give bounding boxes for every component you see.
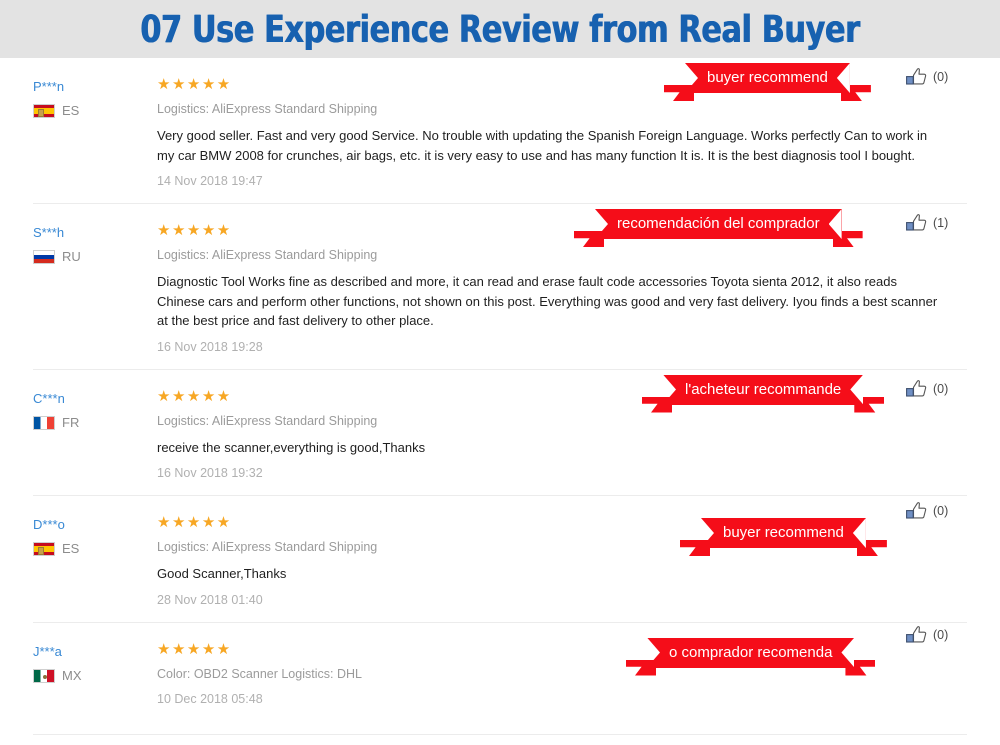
review-row: P***n ES ★★★★★ Logistics: AliExpress Standa… [33,58,967,204]
review-meta: Logistics: AliExpress Standard Shipping [157,540,378,554]
helpful-count: (0) [933,627,949,642]
thumbs-up-icon[interactable] [905,67,927,87]
review-row: C***n FR ★★★★★ Logistics: AliExpress Standa… [33,370,967,496]
country-code-label: ES [62,103,80,118]
review-meta: Logistics: AliExpress Standard Shipping [157,248,378,262]
star-rating: ★★★★★ [157,387,232,405]
helpful-vote-control[interactable]: (0) [905,67,948,87]
helpful-vote-control[interactable]: (1) [905,213,948,233]
reviewer-country: ES [33,542,157,556]
review-date: 28 Nov 2018 01:40 [157,592,263,607]
thumbs-up-icon[interactable] [905,379,927,399]
country-code-label: FR [62,414,80,430]
star-rating: ★★★★★ [157,222,232,239]
helpful-count: (1) [933,216,949,230]
es-flag-icon [33,104,55,118]
review-meta: Color: OBD2 Scanner Logistics: DHL [157,666,362,681]
review-row: D***o ES ★★★★★ Logistics: AliExpress Standa… [33,496,967,623]
thumbs-up-icon[interactable] [905,501,927,521]
reviewer-name[interactable]: C***n [33,391,157,407]
review-user-column: D***o ES [33,514,157,556]
review-content-column: ★★★★★ Logistics: AliExpress Standard Ship… [157,388,967,482]
review-text: Very good seller. Fast and very good Ser… [157,128,928,163]
reviewer-name[interactable]: D***o [33,517,157,533]
page-header-band: 07 Use Experience Review from Real Buyer [0,0,1000,58]
review-date: 16 Nov 2018 19:28 [157,339,263,354]
review-date: 14 Nov 2018 19:47 [157,174,263,188]
es-flag-icon [33,542,55,556]
fr-flag-icon [33,415,55,430]
helpful-count: (0) [933,504,949,518]
helpful-count: (0) [933,70,949,84]
reviewer-country: ES [33,104,157,118]
ru-flag-icon [33,250,55,264]
star-rating: ★★★★★ [157,640,232,658]
reviewer-name[interactable]: P***n [33,79,157,95]
review-list: P***n ES ★★★★★ Logistics: AliExpress Standa… [0,58,1000,735]
review-text: Good Scanner,Thanks [157,566,287,581]
review-meta: Logistics: AliExpress Standard Shipping [157,102,378,116]
review-date: 10 Dec 2018 05:48 [157,691,263,706]
review-row: J***a MX ★★★★★ Color: OBD2 Scanner Logistic… [33,623,967,735]
reviewer-country: MX [33,667,157,683]
country-code-label: MX [62,667,82,683]
reviewer-name[interactable]: S***h [33,225,157,241]
review-row: S***h RU ★★★★★ Logistics: AliExpress Standa… [33,204,967,370]
review-content-column: ★★★★★ Logistics: AliExpress Standard Ship… [157,222,967,355]
thumbs-up-icon[interactable] [905,213,927,233]
reviewer-country: FR [33,414,157,430]
reviewer-country: RU [33,250,157,264]
country-code-label: ES [62,541,80,556]
helpful-vote-control[interactable]: (0) [905,501,948,521]
page-title: 07 Use Experience Review from Real Buyer [140,7,860,51]
mx-flag-icon [33,668,55,683]
review-content-column: ★★★★★ Logistics: AliExpress Standard Ship… [157,514,967,608]
review-user-column: S***h RU [33,222,157,264]
reviewer-name[interactable]: J***a [33,644,157,660]
review-user-column: C***n FR [33,388,157,430]
helpful-vote-control[interactable]: (0) [905,625,948,645]
helpful-count: (0) [933,381,949,396]
star-rating: ★★★★★ [157,514,232,531]
thumbs-up-icon[interactable] [905,625,927,645]
review-user-column: J***a MX [33,641,157,683]
review-content-column: ★★★★★ Logistics: AliExpress Standard Ship… [157,76,967,189]
review-meta: Logistics: AliExpress Standard Shipping [157,413,378,428]
helpful-vote-control[interactable]: (0) [905,379,948,399]
review-content-column: ★★★★★ Color: OBD2 Scanner Logistics: DHL 1… [157,641,967,707]
review-user-column: P***n ES [33,76,157,118]
review-text: receive the scanner,everything is good,T… [157,439,426,455]
country-code-label: RU [62,249,81,264]
star-rating: ★★★★★ [157,76,232,93]
review-date: 16 Nov 2018 19:32 [157,466,263,480]
review-text: Diagnostic Tool Works fine as described … [157,274,938,328]
